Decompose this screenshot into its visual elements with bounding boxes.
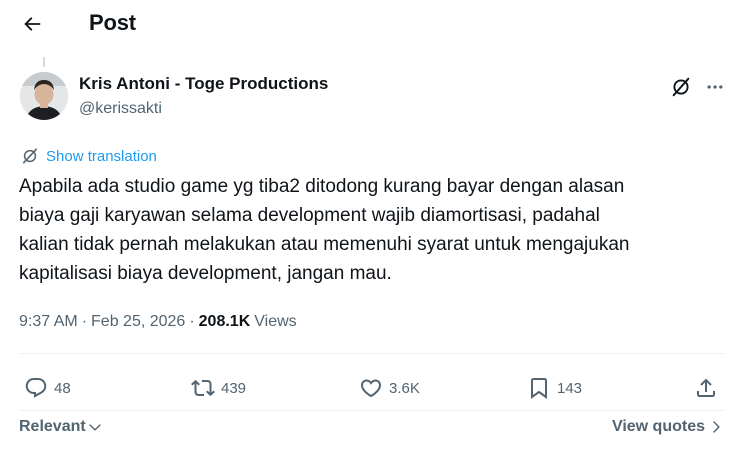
divider-2 [19, 410, 725, 411]
action-bar: 48 439 3.6K 143 [0, 368, 745, 408]
view-quotes-label: View quotes [611, 418, 705, 435]
heart-icon [360, 379, 382, 398]
like-count: 3.6K [389, 379, 420, 397]
share-button[interactable] [694, 374, 718, 402]
divider [19, 353, 725, 354]
tweet-text: Apabila ada studio game yg tiba2 ditodon… [19, 176, 630, 284]
view-quotes-link[interactable]: View quotes [612, 418, 723, 436]
thread-connector-line [43, 57, 45, 67]
views-count: 208.1K [198, 313, 251, 330]
reply-count: 48 [54, 379, 71, 397]
views-label: Views [254, 313, 297, 330]
bookmark-icon [531, 378, 547, 399]
show-translation-label: Show translation [46, 147, 157, 165]
chevron-right-icon [713, 421, 720, 433]
share-icon [697, 378, 715, 397]
arrow-left-icon [24, 17, 41, 31]
tweet-meta: 9:37 AM · Feb 25, 2026 · 208.1K Views [19, 313, 297, 331]
author-name[interactable]: Kris Antoni - Toge Productions [79, 74, 328, 94]
reply-button[interactable]: 48 [24, 374, 71, 402]
page-title: Post [89, 10, 136, 35]
author-handle[interactable]: @kerissakti [79, 100, 162, 118]
tweet-date[interactable]: Feb 25, 2026 [91, 313, 185, 331]
grok-button[interactable] [668, 74, 694, 100]
repost-button[interactable]: 439 [191, 374, 246, 402]
show-translation-link[interactable]: Show translation [20, 145, 157, 167]
back-button[interactable] [14, 6, 50, 42]
grok-icon [672, 77, 690, 97]
meta-separator-2: · [189, 313, 195, 330]
bookmark-count: 143 [557, 379, 583, 397]
chevron-down-icon [89, 424, 101, 431]
more-options-button[interactable] [702, 74, 728, 100]
repost-icon [191, 379, 215, 397]
repost-count: 439 [221, 379, 247, 397]
meta-separator: · [81, 313, 88, 330]
avatar-photo [20, 72, 68, 120]
bookmark-button[interactable]: 143 [527, 374, 582, 402]
like-button[interactable]: 3.6K [359, 374, 420, 402]
sort-label: Relevant [19, 418, 86, 435]
translate-icon [22, 148, 38, 164]
reply-icon [25, 378, 47, 398]
avatar[interactable] [20, 72, 68, 120]
post-header: Post [0, 0, 745, 50]
sort-replies-dropdown[interactable]: Relevant [19, 418, 102, 436]
more-horizontal-icon [707, 85, 723, 89]
tweet-time[interactable]: 9:37 AM [19, 313, 78, 331]
